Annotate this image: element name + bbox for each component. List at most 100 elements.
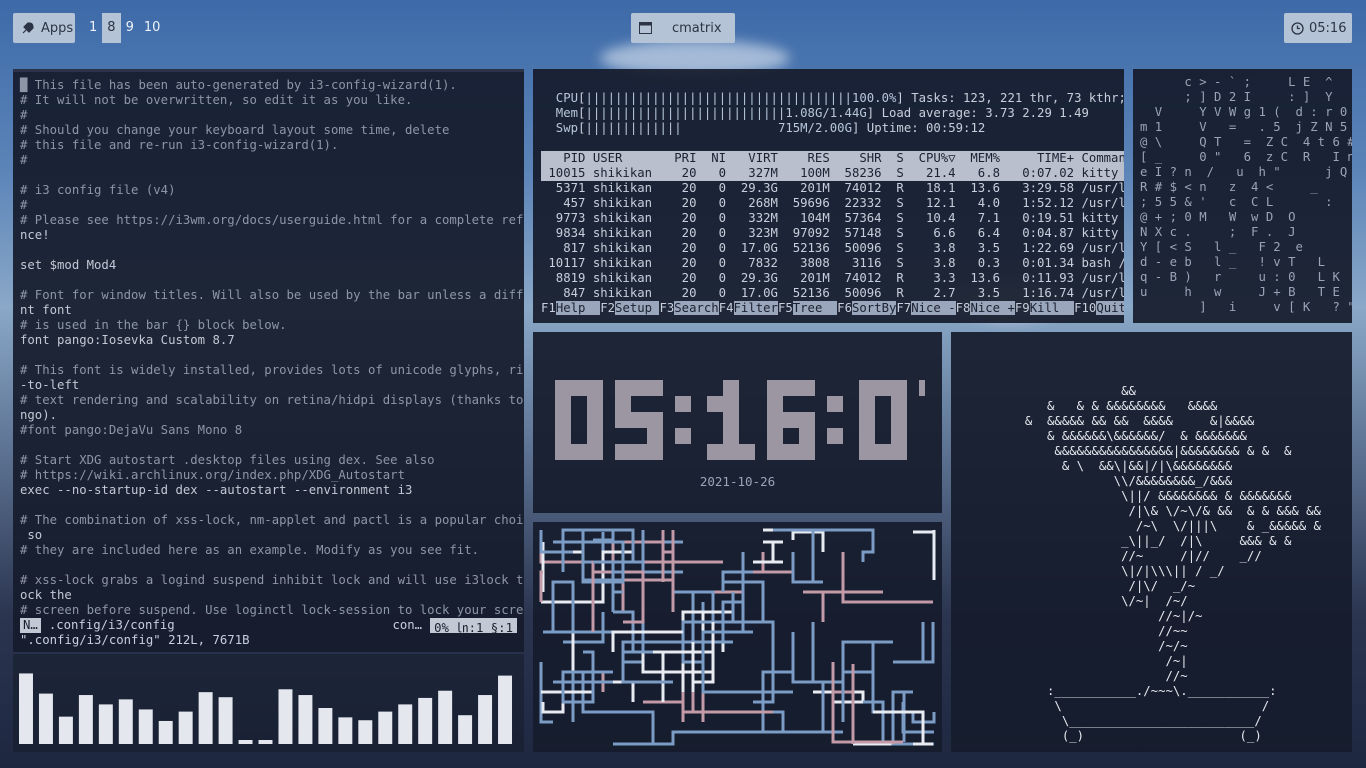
bonsai-line: \\/&&&&&&&&_/&&& bbox=[973, 474, 1233, 488]
cpu-meter-value: 100.0% bbox=[851, 91, 897, 105]
visualizer-bar bbox=[478, 695, 493, 744]
pipes-window[interactable] bbox=[533, 522, 942, 752]
visualizer-bars bbox=[19, 673, 513, 744]
clock-digit-segment bbox=[859, 380, 875, 396]
apps-button[interactable]: Apps bbox=[13, 13, 75, 43]
clock-digit-segment bbox=[891, 380, 907, 396]
bonsai-line: //~ /|// _// bbox=[973, 549, 1262, 563]
fkey-search-button[interactable]: Search bbox=[674, 301, 719, 315]
rocket-icon bbox=[22, 22, 34, 34]
fkey-nice-button[interactable]: Nice - bbox=[911, 301, 956, 315]
process-row[interactable]: 9834 shikikan 20 0 323M 97092 57148 S 6.… bbox=[541, 226, 1124, 241]
clock-digit-segment bbox=[767, 444, 783, 460]
clock-digit-segment bbox=[723, 444, 739, 460]
fkey-sortby-button[interactable]: SortBy bbox=[851, 301, 897, 315]
vim-mode: N… bbox=[20, 618, 41, 633]
clock-colon bbox=[675, 428, 691, 444]
bonsai-line: //~~ bbox=[973, 624, 1188, 638]
clock-digit-segment bbox=[783, 444, 799, 460]
fkey-help-button[interactable]: Help bbox=[555, 301, 601, 315]
workspace-button[interactable]: 1 bbox=[84, 13, 102, 43]
matrix-rain: c > - ` ; L E ^ ; ] D 2 I : ] Y V Y V W … bbox=[1140, 75, 1352, 315]
clock-digit-segment bbox=[615, 412, 631, 428]
bonsai-line: (_) (_) bbox=[973, 729, 1262, 743]
process-row[interactable]: 817 shikikan 20 0 17.0G 52136 50096 S 3.… bbox=[541, 241, 1124, 256]
visualizer-bar bbox=[298, 695, 313, 744]
clock-digit-segment bbox=[875, 444, 891, 460]
vim-position: 0% ㏑:1 §:1 bbox=[430, 618, 517, 635]
cpu-meter: CPU[||||||||||||||||||||||||||||||||||||… bbox=[541, 91, 1124, 106]
process-row[interactable]: 9773 shikikan 20 0 332M 104M 57364 S 10.… bbox=[541, 211, 1124, 226]
process-row[interactable]: 457 shikikan 20 0 268M 59696 22332 S 12.… bbox=[541, 196, 1124, 211]
fkey-nice-button[interactable]: Nice + bbox=[970, 301, 1015, 315]
editor-line: # is used in the bar {} block below. bbox=[20, 318, 287, 332]
bonsai-line: & & & &&&&&&&& &&&& bbox=[973, 399, 1218, 413]
matrix-line: u h w J + B T E bbox=[1140, 285, 1340, 299]
editor-line: so bbox=[20, 528, 43, 542]
cbonsai-window[interactable]: && & & & &&&&&&&& &&&& & &&&&& && && &&&… bbox=[951, 332, 1352, 752]
bonsai-line: /~| bbox=[973, 654, 1188, 668]
tty-clock-window[interactable]: 2021-10-26 bbox=[533, 332, 942, 513]
bar-clock: 05:16 bbox=[1284, 13, 1352, 43]
fkey-setup-button[interactable]: Setup bbox=[615, 301, 660, 315]
process-row[interactable]: 10117 shikikan 20 0 7832 3808 3116 S 3.8… bbox=[541, 256, 1124, 271]
clock-digit-segment bbox=[799, 380, 815, 396]
editor-line: ngo). bbox=[20, 408, 58, 422]
vim-filename: .config/i3/config bbox=[48, 618, 175, 632]
fkey-quit-button[interactable]: Quit bbox=[1096, 301, 1124, 315]
clock-digit-segment bbox=[631, 444, 647, 460]
swap-meter-bar: ||||||||||||| bbox=[585, 121, 682, 135]
pipe-segment bbox=[593, 560, 645, 612]
editor-line: -to-left bbox=[20, 378, 80, 392]
clock-digit-segment bbox=[859, 396, 875, 412]
editor-line: nt font bbox=[20, 303, 72, 317]
fkey-filter-button[interactable]: Filter bbox=[733, 301, 778, 315]
htop-window[interactable]: CPU[||||||||||||||||||||||||||||||||||||… bbox=[533, 69, 1124, 323]
fkey-number: F8 bbox=[955, 301, 971, 315]
focused-window-title: cmatrix bbox=[631, 13, 735, 43]
bonsai-line: _\||_/ /|\ &&& & & bbox=[973, 534, 1292, 548]
visualizer-bar bbox=[198, 692, 213, 744]
bonsai-line: //~|/~ bbox=[973, 609, 1203, 623]
cpu-meter-bar: |||||||||||||||||||||||||||||||||||| bbox=[585, 91, 852, 105]
clock-digit-segment bbox=[799, 444, 815, 460]
editor-buffer[interactable]: █ This file has been auto-generated by i… bbox=[20, 78, 524, 618]
fkey-number: F2 bbox=[600, 301, 616, 315]
clock-digit-segment bbox=[739, 444, 755, 460]
clock-digit-segment bbox=[891, 428, 907, 444]
fkey-kill-button[interactable]: Kill bbox=[1029, 301, 1075, 315]
htop-content[interactable]: CPU[||||||||||||||||||||||||||||||||||||… bbox=[541, 91, 1124, 316]
clock-digit-segment bbox=[615, 444, 631, 460]
matrix-line: e I ? n / u h " j Q bbox=[1140, 165, 1348, 179]
process-row[interactable]: 10015 shikikan 20 0 327M 100M 58236 S 21… bbox=[541, 166, 1124, 181]
matrix-line: Y [ < S l _ F 2 e bbox=[1140, 240, 1303, 254]
process-row[interactable]: 5371 shikikan 20 0 29.3G 201M 74012 R 18… bbox=[541, 181, 1124, 196]
editor-line: #font pango:DejaVu Sans Mono 8 bbox=[20, 423, 243, 437]
editor-line: # i3 config file (v4) bbox=[20, 183, 176, 197]
visualizer-bar bbox=[238, 740, 253, 744]
fkey-tree-button[interactable]: Tree bbox=[792, 301, 838, 315]
matrix-line: [ _ 0 " 6 z C R I n bbox=[1140, 150, 1352, 164]
clock-digit-segment bbox=[799, 412, 815, 428]
workspace-button[interactable]: 8 bbox=[102, 13, 121, 43]
load-average: Load average: 3.73 2.29 1.49 bbox=[881, 106, 1089, 120]
clock-digit-segment bbox=[707, 396, 723, 412]
clock-digit-segment bbox=[571, 444, 587, 460]
window-title-text: cmatrix bbox=[672, 20, 722, 36]
workspace-button[interactable]: 10 bbox=[139, 13, 166, 43]
cmatrix-window[interactable]: c > - ` ; L E ^ ; ] D 2 I : ] Y V Y V W … bbox=[1133, 69, 1352, 323]
visualizer-bar bbox=[158, 720, 173, 744]
editor-line: # https://wiki.archlinux.org/index.php/X… bbox=[20, 468, 405, 482]
vim-editor-window[interactable]: █ This file has been auto-generated by i… bbox=[13, 69, 524, 652]
workspace-button[interactable]: 9 bbox=[121, 13, 139, 43]
pipe-segment bbox=[733, 670, 793, 734]
clock-colon bbox=[827, 428, 843, 444]
clock-digit-segment bbox=[587, 412, 603, 428]
process-row[interactable]: 847 shikikan 20 0 17.0G 52136 50096 R 2.… bbox=[541, 286, 1124, 301]
clock-digit-segment bbox=[587, 380, 603, 396]
process-row[interactable]: 8819 shikikan 20 0 29.3G 201M 74012 R 3.… bbox=[541, 271, 1124, 286]
clock-digit-segment bbox=[647, 428, 663, 444]
mem-meter-label: Mem bbox=[541, 106, 579, 120]
pipe-segment bbox=[913, 530, 936, 580]
